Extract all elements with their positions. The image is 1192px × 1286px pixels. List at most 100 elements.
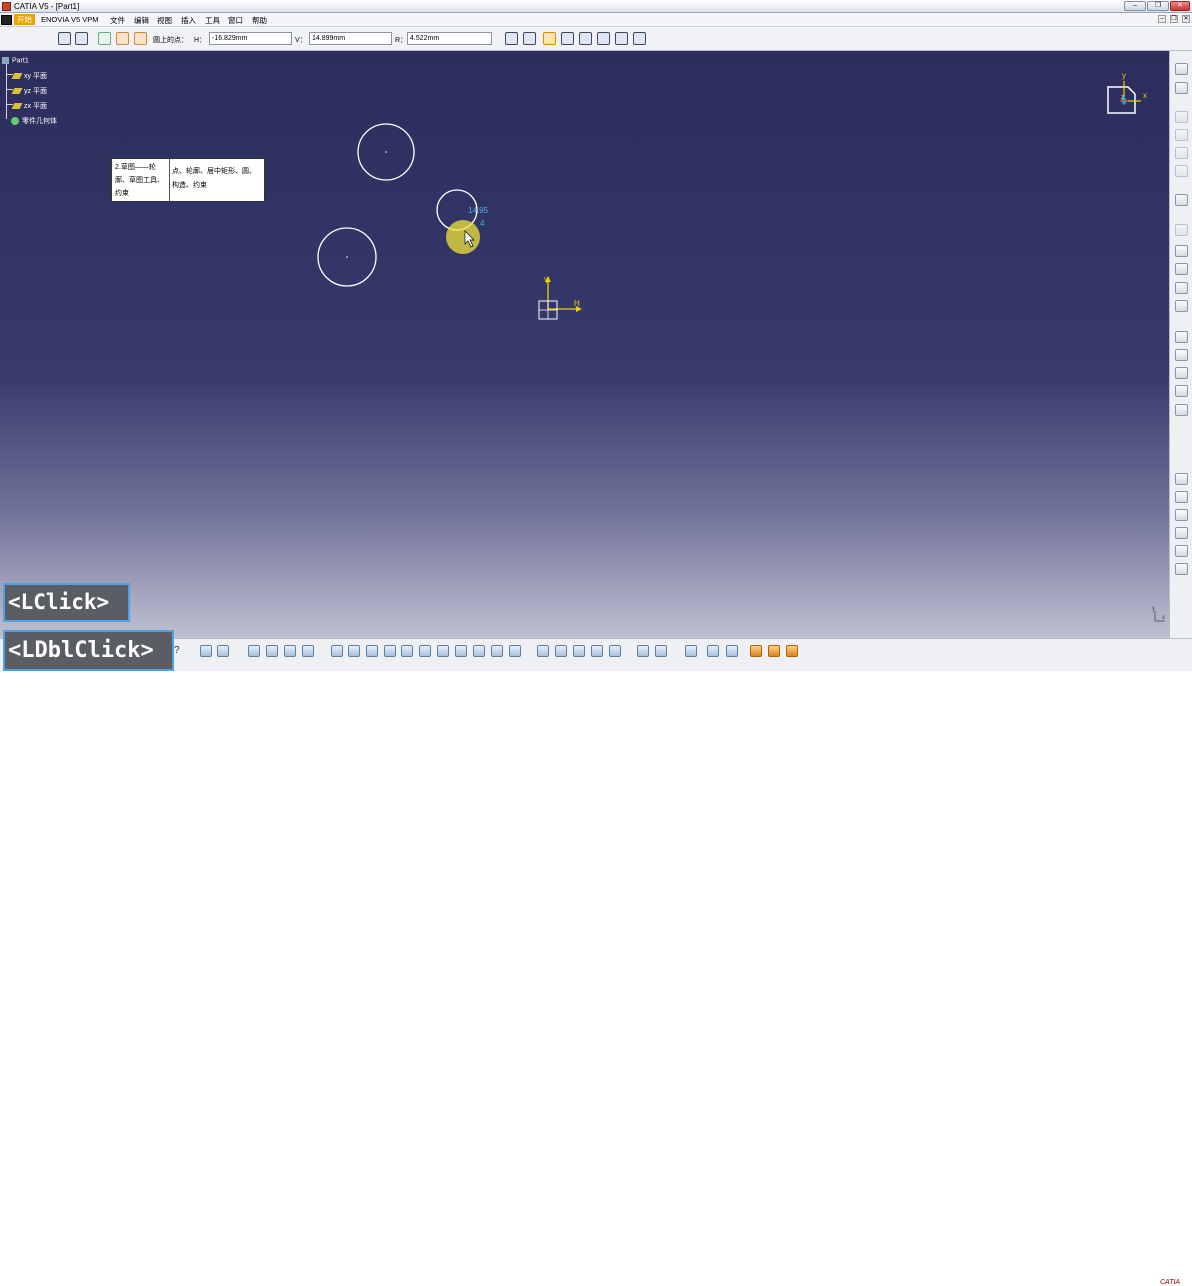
properties-icon[interactable] (573, 645, 585, 657)
pan-icon[interactable] (366, 645, 378, 657)
search-icon[interactable] (609, 645, 621, 657)
restore-button[interactable]: ❐ (1147, 1, 1169, 11)
circle-icon[interactable] (543, 32, 556, 45)
spline-icon[interactable] (561, 32, 574, 45)
catia-menu-logo-icon[interactable] (1, 15, 12, 25)
rotate-icon[interactable] (1175, 527, 1188, 539)
rotate-view-icon[interactable] (384, 645, 396, 657)
tree-item-zx-plane[interactable]: zx 平面 (11, 101, 47, 111)
analysis-icon[interactable] (591, 645, 603, 657)
plane-icon (11, 88, 23, 95)
swap-space-icon[interactable] (509, 645, 521, 657)
menu-enovia[interactable]: ENOVIA V5 VPM (41, 15, 99, 24)
h-coordinate-field[interactable]: -16.829mm (209, 32, 292, 45)
apply-material-icon[interactable] (707, 645, 719, 657)
comment-icon[interactable] (217, 645, 229, 657)
tree-item-yz-plane[interactable]: yz 平面 (11, 86, 47, 96)
geometric-constraints-icon[interactable] (116, 32, 129, 45)
sketch-circle-3[interactable] (317, 227, 377, 287)
menu-tools[interactable]: 工具 (205, 15, 220, 26)
plane-icon (11, 103, 23, 110)
dimensional-constraints-icon[interactable] (134, 32, 147, 45)
sketch-viewport[interactable]: Part1 xy 平面 yz 平面 zx 平面 零件几何体 2.草图——轮廓、草… (0, 51, 1169, 638)
point-icon[interactable] (633, 32, 646, 45)
v-coordinate-field[interactable]: 14.899mm (309, 32, 392, 45)
menu-view[interactable]: 视图 (157, 15, 172, 26)
compass-z-label: z (1121, 95, 1124, 101)
menu-bar: 开始 ENOVIA V5 VPM 文件 编辑 视图 插入 工具 窗口 帮助 – … (0, 13, 1192, 27)
axis-icon[interactable] (615, 32, 628, 45)
hide-show-icon[interactable] (491, 645, 503, 657)
sketch-origin-box[interactable] (538, 300, 558, 320)
cut-part-icon[interactable] (537, 645, 549, 657)
sketch-circle-1[interactable] (357, 123, 415, 181)
tools-orange-icon[interactable] (750, 645, 762, 657)
workbench-icon[interactable] (637, 645, 649, 657)
tools-orange-2-icon[interactable] (768, 645, 780, 657)
ellipse-icon[interactable] (579, 32, 592, 45)
fly-mode-icon[interactable] (331, 645, 343, 657)
hierarchy-icon[interactable] (302, 645, 314, 657)
sketch-analysis-icon (1175, 224, 1188, 236)
shading-icon[interactable] (473, 645, 485, 657)
menu-help[interactable]: 帮助 (252, 15, 267, 26)
zoom-in-icon[interactable] (401, 645, 413, 657)
table-icon[interactable] (248, 645, 260, 657)
offset-icon[interactable] (1175, 563, 1188, 575)
manipulate-icon[interactable] (1175, 300, 1188, 312)
tree-root-part1[interactable]: Part1 (2, 57, 29, 64)
circle-center-1 (385, 151, 387, 153)
v-label: V： (295, 37, 307, 44)
menu-start[interactable]: 开始 (14, 14, 35, 25)
copy-icon[interactable] (655, 645, 667, 657)
radius-field[interactable]: 4.522mm (407, 32, 492, 45)
doc-minimize-button[interactable]: – (1158, 15, 1166, 23)
doc-restore-button[interactable]: ❐ (1170, 15, 1178, 23)
profile-icon[interactable] (505, 32, 518, 45)
select-arrow-icon[interactable] (1175, 194, 1188, 206)
rectangle-icon[interactable] (523, 32, 536, 45)
layer-icon[interactable] (726, 645, 738, 657)
help-icon[interactable]: ? (174, 645, 186, 657)
menu-edit[interactable]: 编辑 (134, 15, 149, 26)
normal-view-icon[interactable] (437, 645, 449, 657)
symmetry-icon[interactable] (1175, 473, 1188, 485)
color-icon[interactable] (685, 645, 697, 657)
grid-icon[interactable] (58, 32, 71, 45)
construction-element-icon[interactable] (98, 32, 111, 45)
sketch-circle-2[interactable] (436, 189, 478, 231)
fit-all-icon[interactable] (348, 645, 360, 657)
list-icon[interactable] (555, 645, 567, 657)
menu-insert[interactable]: 插入 (181, 15, 196, 26)
menu-file[interactable]: 文件 (110, 15, 125, 26)
sketch-icon[interactable] (1175, 82, 1188, 94)
corner-icon[interactable] (1175, 331, 1188, 343)
edit-pencil-icon[interactable] (1175, 263, 1188, 275)
close-button[interactable]: ✕ (1170, 1, 1190, 11)
doc-close-button[interactable]: ✕ (1182, 15, 1190, 23)
trim-icon[interactable] (1175, 367, 1188, 379)
mirror-icon[interactable] (1175, 385, 1188, 397)
snap-to-point-icon[interactable] (75, 32, 88, 45)
zoom-out-icon[interactable] (419, 645, 431, 657)
h-label: H： (194, 37, 207, 44)
line-icon[interactable] (597, 32, 610, 45)
chamfer-icon[interactable] (1175, 349, 1188, 361)
formula-icon[interactable] (200, 645, 212, 657)
project-3d-icon[interactable] (1175, 404, 1188, 416)
minimize-button[interactable]: – (1124, 1, 1146, 11)
constraint-icon[interactable] (1175, 491, 1188, 503)
iso-view-icon[interactable] (455, 645, 467, 657)
translate-icon[interactable] (1175, 509, 1188, 521)
tree-item-xy-plane[interactable]: xy 平面 (11, 71, 47, 81)
knowledge-icon[interactable] (266, 645, 278, 657)
catalog-icon[interactable] (284, 645, 296, 657)
scale-icon[interactable] (1175, 545, 1188, 557)
exit-workbench-icon[interactable] (1175, 63, 1188, 75)
measure-icon[interactable] (1175, 282, 1188, 294)
compass-icon[interactable]: y x z (1107, 71, 1147, 114)
menu-window[interactable]: 窗口 (228, 15, 243, 26)
tree-item-part-body[interactable]: 零件几何体 (11, 116, 57, 126)
tools-orange-3-icon[interactable] (786, 645, 798, 657)
solid-icon[interactable] (1175, 245, 1188, 257)
